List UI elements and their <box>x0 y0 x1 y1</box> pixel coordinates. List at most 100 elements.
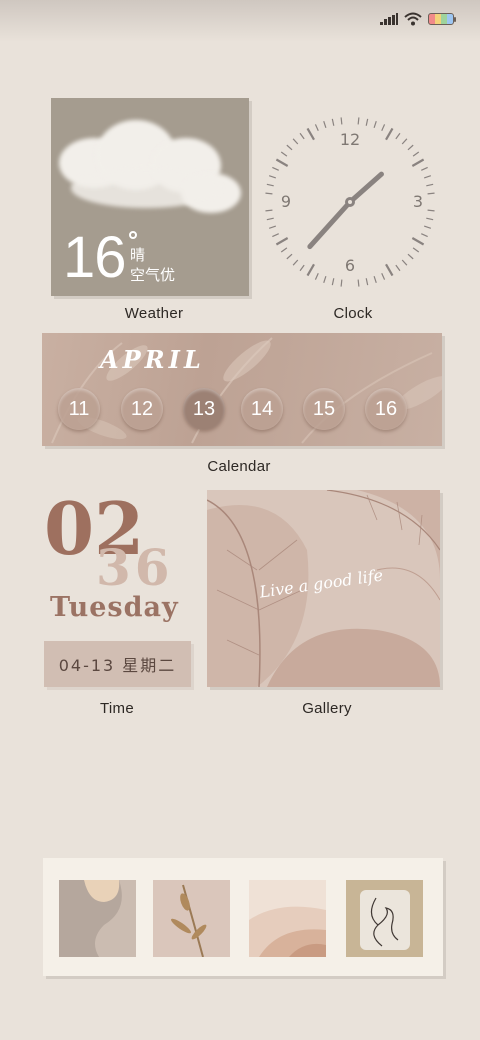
dock-app-icon[interactable] <box>59 880 136 957</box>
clock-tick <box>421 233 428 238</box>
clock-tick <box>340 117 343 125</box>
weather-label: Weather <box>124 305 184 322</box>
time-minute: 36 <box>96 538 174 597</box>
wifi-icon <box>404 12 422 26</box>
clock-tick <box>373 275 377 284</box>
clock-tick <box>314 273 319 280</box>
clock-tick <box>381 124 386 131</box>
clock-tick <box>412 247 420 253</box>
clock-tick <box>407 253 414 260</box>
calendar-month: APRIL <box>100 345 205 374</box>
clock-tick <box>266 217 274 221</box>
gallery-widget[interactable]: Live a good life <box>207 490 440 687</box>
clock-tick <box>292 138 299 145</box>
clock-tick <box>286 144 293 151</box>
clock-tick <box>411 158 425 167</box>
time-weekday: Tuesday <box>50 592 179 623</box>
clock-number-9: 9 <box>281 192 291 211</box>
clock-minute-hand <box>307 199 353 250</box>
plant-icon <box>153 880 230 957</box>
clock-tick <box>331 278 335 286</box>
status-icons <box>380 12 456 26</box>
battery-icon <box>428 13 456 25</box>
clock-tick <box>395 132 401 140</box>
abstract-shape-icon <box>59 880 136 957</box>
clock-tick <box>426 183 434 187</box>
clock-tick <box>299 264 305 272</box>
clock-tick <box>265 209 273 212</box>
clock-tick <box>426 217 434 221</box>
clock-tick <box>365 118 369 126</box>
clock-tick <box>265 192 273 195</box>
time-label: Time <box>100 700 134 717</box>
clock-tick <box>340 279 343 287</box>
clock-tick <box>272 233 279 238</box>
clock-tick <box>385 263 394 277</box>
clock-center-dot <box>348 200 352 204</box>
gallery-label: Gallery <box>302 700 352 717</box>
calendar-day[interactable]: 12 <box>121 388 163 430</box>
calendar-widget[interactable]: APRIL 11 12 13 14 15 16 <box>42 333 442 446</box>
cellular-signal-icon <box>380 13 398 25</box>
calendar-day-today[interactable]: 13 <box>183 388 225 430</box>
clock-tick <box>280 247 288 253</box>
clock-number-6: 6 <box>345 256 355 275</box>
clock-tick <box>385 127 394 141</box>
clock-tick <box>401 138 408 145</box>
clock-tick <box>299 132 305 140</box>
status-bar <box>0 0 480 42</box>
clock-tick <box>266 183 274 187</box>
clock-tick <box>331 118 335 126</box>
clock-tick <box>280 151 288 157</box>
cloud-shape <box>71 168 221 208</box>
clock-tick <box>323 120 327 129</box>
clock-tick <box>401 259 408 266</box>
clock-widget[interactable]: 12 3 6 9 <box>262 114 438 290</box>
calendar-day[interactable]: 14 <box>241 388 283 430</box>
clock-number-12: 12 <box>340 130 360 149</box>
clock-tick <box>412 151 420 157</box>
clock-tick <box>323 275 327 284</box>
clock-tick <box>423 225 432 229</box>
clock-label: Clock <box>333 305 373 322</box>
clock-tick <box>292 259 299 266</box>
clock-tick <box>427 209 435 212</box>
calendar-label: Calendar <box>207 458 271 475</box>
clock-tick <box>286 253 293 260</box>
clock-tick <box>421 166 428 171</box>
clock-tick <box>314 124 319 131</box>
clock-tick <box>427 192 435 195</box>
clock-tick <box>357 279 360 287</box>
calendar-day[interactable]: 15 <box>303 388 345 430</box>
clock-tick <box>373 120 377 129</box>
clock-tick <box>395 264 401 272</box>
weather-widget[interactable]: 16 晴 空气优 <box>51 98 249 296</box>
clock-tick <box>381 273 386 280</box>
clock-tick <box>268 225 277 229</box>
dock-app-icon[interactable] <box>346 880 423 957</box>
weather-air-quality: 空气优 <box>130 266 176 284</box>
calendar-day[interactable]: 11 <box>58 388 100 430</box>
app-dock <box>43 858 443 976</box>
clock-number-3: 3 <box>413 192 423 211</box>
calendar-day[interactable]: 16 <box>365 388 407 430</box>
clock-tick <box>306 127 315 141</box>
degree-icon <box>129 231 137 239</box>
weather-condition: 晴 <box>130 246 146 264</box>
clock-tick <box>268 175 277 179</box>
clock-tick <box>275 158 289 167</box>
clock-hour-hand <box>347 171 384 205</box>
clock-tick <box>407 144 414 151</box>
waves-icon <box>249 880 326 957</box>
dock-app-icon[interactable] <box>249 880 326 957</box>
line-face-icon <box>346 880 423 957</box>
clock-tick <box>275 237 289 246</box>
clock-tick <box>411 237 425 246</box>
clock-tick <box>357 117 360 125</box>
clock-tick <box>306 263 315 277</box>
clock-tick <box>365 278 369 286</box>
dock-app-icon[interactable] <box>153 880 230 957</box>
clock-tick <box>423 175 432 179</box>
weather-temperature: 16 <box>63 225 127 290</box>
clock-tick <box>272 166 279 171</box>
